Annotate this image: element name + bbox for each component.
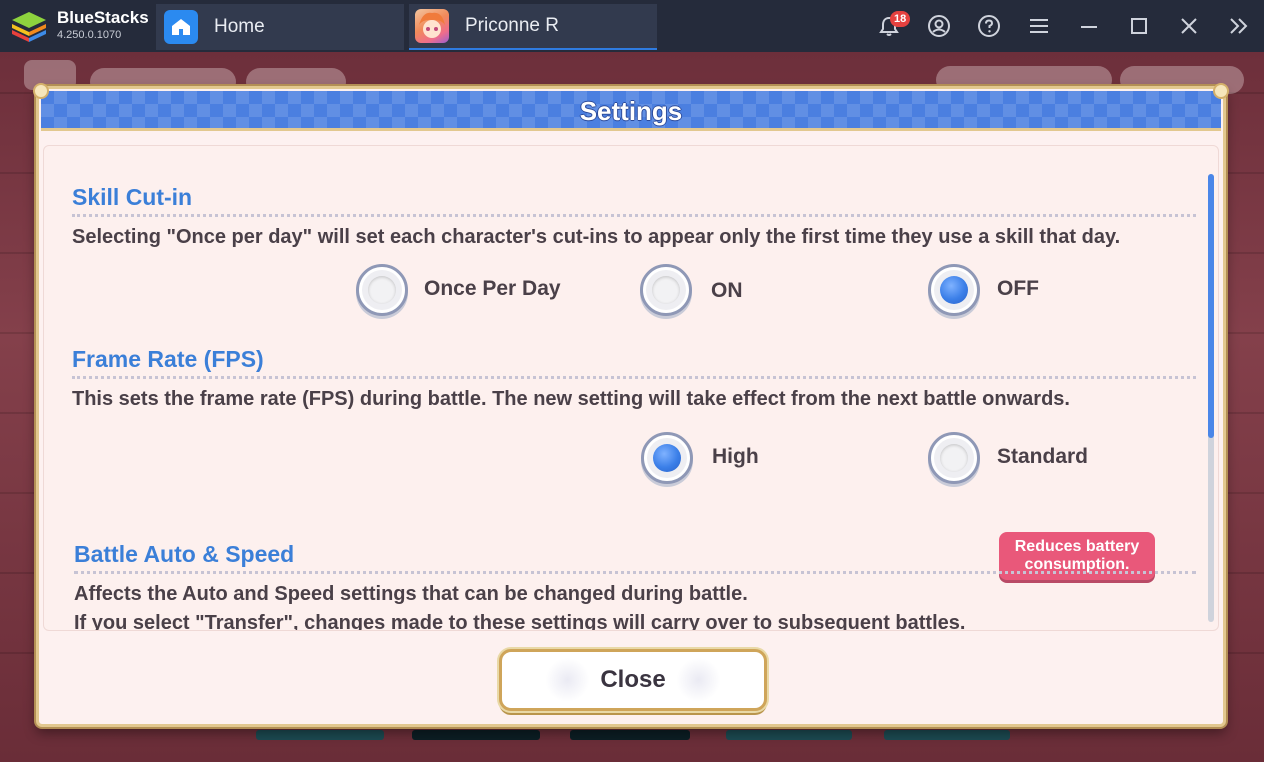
title-bar: BlueStacks 4.250.0.1070 Home Priconne R … [0, 0, 1264, 52]
app-version: 4.250.0.1070 [57, 29, 122, 41]
expand-sidebar-button[interactable] [1214, 0, 1264, 52]
notification-badge: 18 [890, 11, 911, 27]
home-icon [164, 10, 198, 44]
dialog-title: Settings [579, 96, 683, 126]
settings-content[interactable]: Skill Cut-in Selecting "Once per day" wi… [43, 145, 1219, 631]
radio-label-once-per-day: Once Per Day [424, 277, 561, 300]
menu-button[interactable] [1014, 0, 1064, 52]
dialog-header: Settings [41, 91, 1221, 131]
corner-ornament-icon [33, 83, 49, 99]
window-controls: 18 [864, 0, 1264, 52]
maximize-button[interactable] [1114, 0, 1164, 52]
minimize-button[interactable] [1064, 0, 1114, 52]
section-title-battle-auto-speed: Battle Auto & Speed [74, 541, 295, 567]
radio-standard[interactable] [928, 432, 980, 484]
tab-priconne[interactable]: Priconne R [409, 4, 657, 50]
section-desc-frame-rate: This sets the frame rate (FPS) during ba… [72, 388, 1070, 410]
bluestacks-logo-icon [10, 10, 48, 44]
section-title-skill-cut-in: Skill Cut-in [72, 184, 193, 210]
radio-once-per-day[interactable] [356, 264, 408, 316]
radio-label-on: ON [711, 279, 743, 302]
notifications-button[interactable]: 18 [864, 0, 914, 52]
radio-off[interactable] [928, 264, 980, 316]
scrollbar-thumb[interactable] [1208, 174, 1214, 438]
expand-sidebar-icon [1230, 18, 1248, 34]
close-icon [1181, 18, 1197, 34]
divider [72, 376, 1196, 379]
settings-dialog: Settings Skill Cut-in Selecting "Once pe… [33, 83, 1229, 727]
minimize-icon [1081, 26, 1097, 28]
corner-ornament-icon [1213, 83, 1229, 99]
tab-home-label: Home [214, 16, 265, 37]
radio-label-off: OFF [997, 277, 1039, 300]
account-button[interactable] [914, 0, 964, 52]
tab-priconne-label: Priconne R [465, 15, 559, 36]
maximize-icon [1131, 18, 1147, 34]
menu-icon [1030, 19, 1048, 33]
section-desc-line-1: Affects the Auto and Speed settings that… [74, 583, 748, 605]
divider [74, 571, 1196, 574]
close-window-button[interactable] [1164, 0, 1214, 52]
tab-home[interactable]: Home [156, 4, 404, 50]
game-avatar-icon [415, 9, 449, 43]
section-desc-line-2: If you select "Transfer", changes made t… [74, 612, 966, 631]
radio-on[interactable] [640, 264, 692, 316]
section-title-frame-rate: Frame Rate (FPS) [72, 346, 264, 372]
help-button[interactable] [964, 0, 1014, 52]
close-button-label: Close [600, 666, 666, 693]
close-button[interactable]: Close [499, 649, 767, 711]
radio-label-high: High [712, 445, 759, 468]
account-icon [928, 15, 950, 37]
section-desc-skill-cut-in: Selecting "Once per day" will set each c… [72, 226, 1121, 248]
app-name: BlueStacks [57, 8, 149, 27]
radio-high[interactable] [641, 432, 693, 484]
radio-label-standard: Standard [997, 445, 1089, 468]
divider [72, 214, 1196, 217]
help-icon [978, 15, 1000, 37]
